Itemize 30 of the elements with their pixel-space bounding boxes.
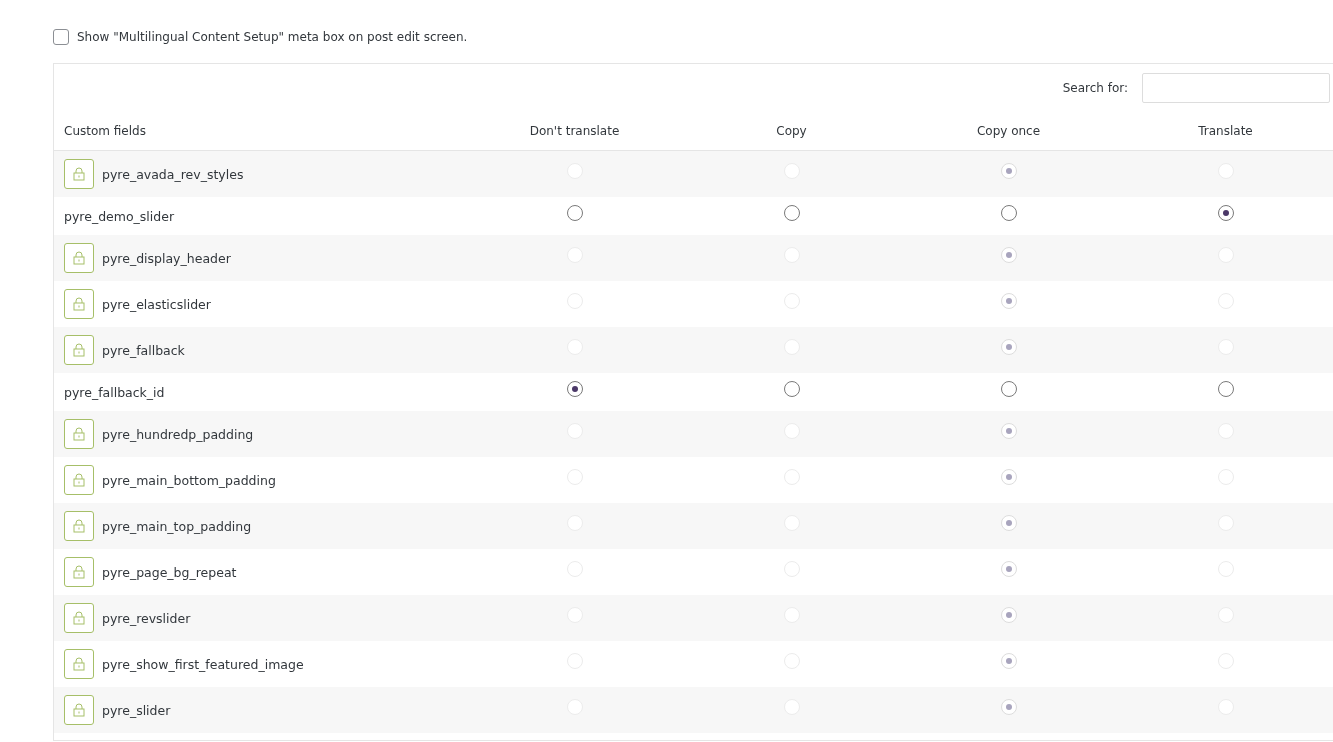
column-header: Don't translate [529, 124, 620, 138]
column-header: Translate [1198, 124, 1253, 138]
field-name: pyre_revslider [102, 610, 191, 626]
field-name: pyre_demo_slider [64, 208, 175, 224]
radio-button[interactable] [1217, 205, 1234, 221]
field-name: pyre_show_first_featured_image [102, 656, 304, 672]
radio-button[interactable] [566, 381, 583, 397]
field-name: pyre_hundredp_padding [102, 426, 254, 442]
field-name: pyre_avada_rev_styles [102, 166, 244, 182]
radio-button[interactable] [1000, 381, 1017, 397]
field-name: pyre_slider [102, 702, 171, 718]
column-header: Custom fields [63, 124, 146, 138]
radio-button[interactable] [783, 381, 800, 397]
checkbox-label: Show "Multilingual Content Setup" meta box on post edit screen. [77, 30, 468, 44]
radio-button[interactable] [1000, 205, 1017, 221]
column-header: Copy [776, 124, 807, 138]
field-name: pyre_fallback [102, 342, 185, 358]
field-name: pyre_page_bg_repeat [102, 564, 237, 580]
search-field[interactable] [1142, 73, 1330, 103]
checkbox[interactable] [53, 29, 69, 45]
field-name: pyre_fallback_id [64, 384, 165, 400]
radio-button[interactable] [1217, 381, 1234, 397]
field-name: pyre_main_top_padding [102, 518, 252, 534]
field-name: pyre_main_bottom_padding [102, 472, 276, 488]
search-label: Search for: [1062, 81, 1128, 95]
radio-button[interactable] [566, 205, 583, 221]
radio-button[interactable] [783, 205, 800, 221]
column-header: Copy once [976, 124, 1041, 138]
field-name: pyre_elasticslider [102, 296, 211, 312]
field-name: pyre_display_header [102, 250, 231, 266]
